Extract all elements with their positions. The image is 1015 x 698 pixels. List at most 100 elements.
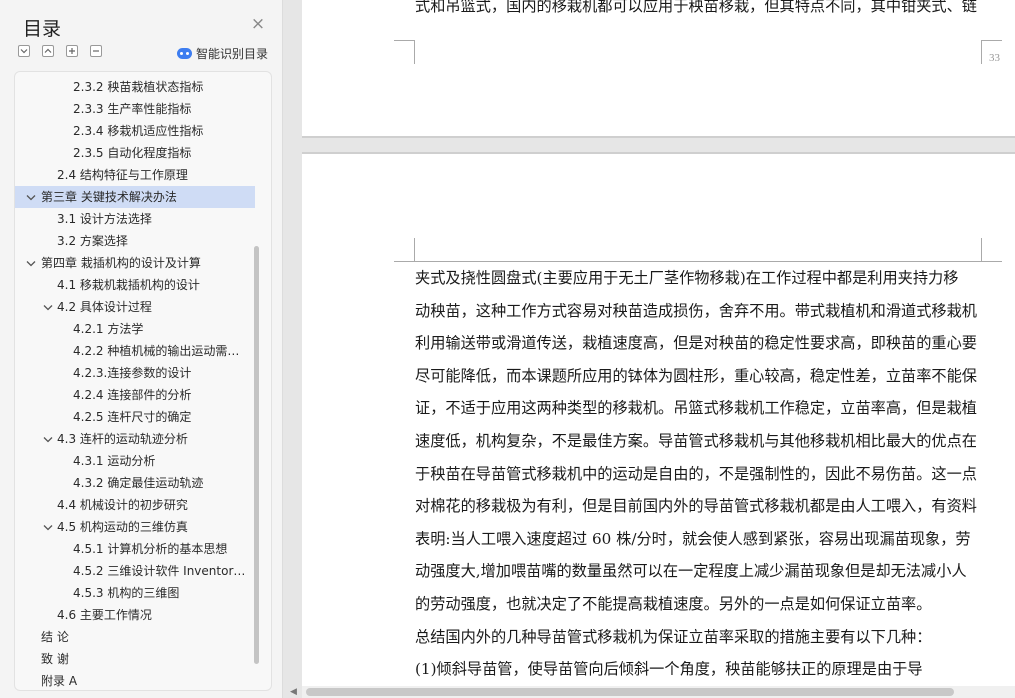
toc-sidebar: 目录 × 智能识别目录 2.3.2 秧苗栽植状态指标 2.3.3 生产率性能指标 2… bbox=[0, 0, 283, 698]
toc-item-label: 4.6 主要工作情况 bbox=[57, 608, 152, 622]
page-corner-mark bbox=[981, 238, 982, 262]
ai-assistant-icon bbox=[177, 47, 192, 59]
add-heading-icon[interactable] bbox=[66, 45, 78, 57]
toc-item-label: 3.2 方案选择 bbox=[57, 234, 128, 248]
toc-item[interactable]: 4.5.3 机构的三维图 bbox=[15, 582, 255, 604]
toc-item-label: 2.3.3 生产率性能指标 bbox=[73, 102, 192, 116]
toc-item-label: 4.3.2 确定最佳运动轨迹 bbox=[73, 476, 204, 490]
toc-item-label: 4.3 连杆的运动轨迹分析 bbox=[57, 432, 188, 446]
toc-item-label: 第四章 栽插机构的设计及计算 bbox=[41, 256, 201, 270]
collapse-all-icon[interactable] bbox=[42, 45, 54, 57]
toc-item-label: 4.2.5 连杆尺寸的确定 bbox=[73, 410, 192, 424]
page-corner-mark bbox=[414, 238, 415, 262]
sidebar-title: 目录 bbox=[23, 18, 62, 40]
toc-item[interactable]: 致 谢 bbox=[15, 648, 255, 670]
toc-item[interactable]: 3.2 方案选择 bbox=[15, 230, 255, 252]
toc-item[interactable]: 4.3.2 确定最佳运动轨迹 bbox=[15, 472, 255, 494]
ai-detect-toc-button[interactable]: 智能识别目录 bbox=[177, 44, 268, 62]
page-number: 33 bbox=[989, 52, 1000, 64]
toc-item-label: 4.2.3.连接参数的设计 bbox=[73, 366, 192, 380]
toc-item-label: 4.1 移栽机栽插机构的设计 bbox=[57, 278, 200, 292]
page-text-line: 式和吊篮式，国内的移栽机都可以应用于秧苗移栽，但其特点不同，其中钳夹式、链 bbox=[415, 0, 977, 15]
paragraph-line: 对棉花的移栽极为有利，但是目前国内外的导苗管式移栽机都是由人工喂入，有资料 bbox=[415, 497, 977, 516]
toc-item-label: 4.4 机械设计的初步研究 bbox=[57, 498, 188, 512]
page-divider bbox=[302, 136, 1015, 138]
toc-item-label: 4.5.2 三维设计软件 Inventor 简介 bbox=[73, 564, 255, 578]
toc-item[interactable]: 4.4 机械设计的初步研究 bbox=[15, 494, 255, 516]
paragraph-line: 于秧苗在导苗管式移栽机中的运动是自由的，不是强制性的，因此不易伤苗。这一点 bbox=[415, 464, 977, 483]
sidebar-scrollbar[interactable] bbox=[254, 246, 259, 664]
toc-item-label: 4.5.1 计算机分析的基本思想 bbox=[73, 542, 228, 556]
document-page-33: 式和吊篮式，国内的移栽机都可以应用于秧苗移栽，但其特点不同，其中钳夹式、链 33 bbox=[302, 0, 1015, 136]
chevron-down-icon[interactable] bbox=[25, 186, 37, 208]
toc-item-label: 4.2.2 种植机械的输出运动需求分析 bbox=[73, 344, 255, 358]
page-corner-mark bbox=[981, 40, 1002, 41]
toc-item[interactable]: 2.3.4 移栽机适应性指标 bbox=[15, 120, 255, 142]
paragraph-line: (1)倾斜导苗管，使导苗管向后倾斜一个角度，秧苗能够扶正的原理是由于导 bbox=[415, 660, 923, 679]
paragraph-line: 动强度大,增加喂苗嘴的数量虽然可以在一定程度上减少漏苗现象但是却无法减小人 bbox=[415, 562, 967, 581]
toc-item[interactable]: 2.4 结构特征与工作原理 bbox=[15, 164, 255, 186]
document-page-34: 夹式及挠性圆盘式(主要应用于无土厂茎作物移栽)在工作过程中都是利用夹持力移 动秧苗… bbox=[302, 154, 1015, 698]
toc-item[interactable]: 4.5.2 三维设计软件 Inventor 简介 bbox=[15, 560, 255, 582]
chevron-down-icon[interactable] bbox=[42, 296, 54, 318]
toc-item-label: 2.3.5 自动化程度指标 bbox=[73, 146, 192, 160]
chevron-down-icon[interactable] bbox=[42, 428, 54, 450]
toc-item[interactable]: 第四章 栽插机构的设计及计算 bbox=[15, 252, 255, 274]
toc-item[interactable]: 4.3.1 运动分析 bbox=[15, 450, 255, 472]
toc-item-label: 4.2 具体设计过程 bbox=[57, 300, 152, 314]
toc-item[interactable]: 4.6 主要工作情况 bbox=[15, 604, 255, 626]
paragraph-line: 表明:当人工喂入速度超过 60 株/分时，就会使人感到紧张，容易出现漏苗现象，劳 bbox=[415, 529, 971, 548]
toc-item[interactable]: 2.3.2 秧苗栽植状态指标 bbox=[15, 76, 255, 98]
toc-item-label: 4.5.3 机构的三维图 bbox=[73, 586, 180, 600]
toc-item-label: 3.1 设计方法选择 bbox=[57, 212, 152, 226]
scroll-left-icon[interactable]: ◀ bbox=[290, 687, 297, 697]
toc-item-label: 2.4 结构特征与工作原理 bbox=[57, 168, 188, 182]
toc-item[interactable]: 第三章 关键技术解决办法 bbox=[15, 186, 255, 208]
toc-item-label: 结 论 bbox=[41, 630, 69, 644]
ai-detect-toc-label: 智能识别目录 bbox=[196, 46, 269, 61]
toc-item[interactable]: 4.5 机构运动的三维仿真 bbox=[15, 516, 255, 538]
toc-item-label: 4.2.1 方法学 bbox=[73, 322, 144, 336]
page-corner-mark bbox=[394, 40, 415, 41]
toc-item-label: 致 谢 bbox=[41, 652, 69, 666]
toc-item-label: 第三章 关键技术解决办法 bbox=[41, 190, 177, 204]
page-corner-mark bbox=[414, 40, 415, 64]
toc-item[interactable]: 2.3.5 自动化程度指标 bbox=[15, 142, 255, 164]
toc-item[interactable]: 2.3.3 生产率性能指标 bbox=[15, 98, 255, 120]
toc-item[interactable]: 结 论 bbox=[15, 626, 255, 648]
toc-item[interactable]: 4.2.5 连杆尺寸的确定 bbox=[15, 406, 255, 428]
toc-item-label: 2.3.4 移栽机适应性指标 bbox=[73, 124, 204, 138]
chevron-down-icon[interactable] bbox=[25, 252, 37, 274]
remove-heading-icon[interactable] bbox=[90, 45, 102, 57]
toc-item[interactable]: 4.3 连杆的运动轨迹分析 bbox=[15, 428, 255, 450]
toc-item[interactable]: 4.5.1 计算机分析的基本思想 bbox=[15, 538, 255, 560]
toc-item[interactable]: 4.2.4 连接部件的分析 bbox=[15, 384, 255, 406]
expand-all-icon[interactable] bbox=[18, 45, 30, 57]
toc-item-label: 4.5 机构运动的三维仿真 bbox=[57, 520, 188, 534]
close-icon[interactable]: × bbox=[250, 16, 266, 33]
toc-item-label: 附录 A bbox=[41, 674, 78, 688]
toc-item[interactable]: 3.1 设计方法选择 bbox=[15, 208, 255, 230]
document-area: 式和吊篮式，国内的移栽机都可以应用于秧苗移栽，但其特点不同，其中钳夹式、链 33… bbox=[284, 0, 1015, 698]
paragraph-line: 证，不适于应用这两种类型的移栽机。吊篮式移栽机工作稳定，立苗率高，但是栽植 bbox=[415, 399, 977, 418]
toc-item[interactable]: 附录 A bbox=[15, 670, 255, 690]
toc-item-label: 2.3.2 秧苗栽植状态指标 bbox=[73, 80, 204, 94]
paragraph-line: 动秧苗，这种工作方式容易对秧苗造成损伤，舍弃不用。带式栽植机和滑道式移栽机 bbox=[415, 301, 977, 320]
horizontal-scrollbar[interactable]: ◀ bbox=[290, 686, 1015, 698]
toc-item[interactable]: 4.2.2 种植机械的输出运动需求分析 bbox=[15, 340, 255, 362]
toc-item[interactable]: 4.1 移栽机栽插机构的设计 bbox=[15, 274, 255, 296]
page-corner-mark bbox=[981, 40, 982, 64]
toc-list: 2.3.2 秧苗栽植状态指标 2.3.3 生产率性能指标 2.3.4 移栽机适应性指… bbox=[15, 76, 255, 690]
paragraph-line: 夹式及挠性圆盘式(主要应用于无土厂茎作物移栽)在工作过程中都是利用夹持力移 bbox=[415, 269, 959, 287]
paragraph-line: 尽可能降低，而本课题所应用的钵体为圆柱形，重心较高，稳定性差，立苗率不能保 bbox=[415, 366, 977, 385]
toc-item-label: 4.2.4 连接部件的分析 bbox=[73, 388, 192, 402]
toc-panel: 2.3.2 秧苗栽植状态指标 2.3.3 生产率性能指标 2.3.4 移栽机适应性指… bbox=[14, 71, 272, 691]
chevron-down-icon[interactable] bbox=[42, 516, 54, 538]
toc-item[interactable]: 4.2.3.连接参数的设计 bbox=[15, 362, 255, 384]
paragraph-line: 的劳动强度，也就决定了不能提高栽植速度。另外的一点是如何保证立苗率。 bbox=[415, 595, 932, 613]
toc-item[interactable]: 4.2.1 方法学 bbox=[15, 318, 255, 340]
paragraph-line: 速度低，机构复杂，不是最佳方案。导苗管式移栽机与其他移栽机相比最大的优点在 bbox=[415, 432, 977, 450]
toc-item[interactable]: 4.2 具体设计过程 bbox=[15, 296, 255, 318]
toc-item-label: 4.3.1 运动分析 bbox=[73, 454, 156, 468]
horizontal-scrollbar-thumb[interactable] bbox=[306, 688, 954, 696]
